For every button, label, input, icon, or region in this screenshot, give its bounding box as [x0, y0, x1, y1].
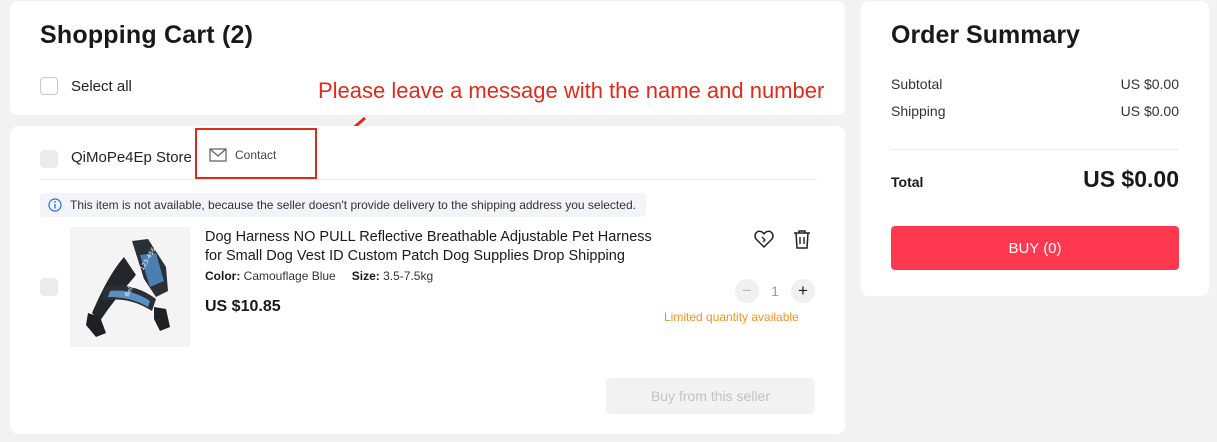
- store-checkbox[interactable]: [40, 150, 58, 168]
- product-sku[interactable]: Color: Camouflage Blue Size: 3.5-7.5kg: [205, 269, 433, 283]
- quantity-stepper: − 1 +: [735, 279, 815, 303]
- store-name[interactable]: QiMoPe4Ep Store: [71, 149, 192, 166]
- product-price: US $10.85: [205, 298, 281, 315]
- increase-quantity-button[interactable]: +: [791, 279, 815, 303]
- summary-divider: [891, 149, 1179, 150]
- info-icon: [48, 198, 62, 212]
- annotation-text: Please leave a message with the name and…: [318, 78, 825, 103]
- shipping-label: Shipping: [891, 103, 946, 119]
- item-checkbox[interactable]: [40, 278, 58, 296]
- divider: [40, 179, 817, 180]
- size-sku: Size: 3.5-7.5kg: [352, 269, 433, 283]
- size-value: 3.5-7.5kg: [383, 269, 434, 283]
- contact-highlight-box: Contact: [195, 128, 317, 179]
- summary-title: Order Summary: [891, 21, 1080, 49]
- select-all-label[interactable]: Select all: [71, 78, 132, 95]
- contact-label: Contact: [235, 148, 277, 162]
- buy-button[interactable]: BUY (0): [891, 226, 1179, 270]
- subtotal-label: Subtotal: [891, 76, 943, 92]
- shipping-value: US $0.00: [1120, 103, 1179, 119]
- limited-quantity-text: Limited quantity available: [664, 310, 799, 324]
- page-title: Shopping Cart (2): [40, 21, 254, 49]
- shipping-row: Shipping US $0.00: [891, 103, 1179, 119]
- color-label: Color:: [205, 269, 241, 283]
- buy-from-seller-button[interactable]: Buy from this seller: [606, 378, 815, 414]
- quantity-value[interactable]: 1: [759, 283, 791, 299]
- subtotal-value: US $0.00: [1120, 76, 1179, 92]
- color-sku: Color: Camouflage Blue: [205, 269, 336, 283]
- heart-icon[interactable]: [753, 228, 775, 250]
- notice-text: This item is not available, because the …: [70, 198, 636, 212]
- store-card: QiMoPe4Ep Store Contact This item is not…: [10, 126, 845, 434]
- product-title[interactable]: Dog Harness NO PULL Reflective Breathabl…: [205, 228, 667, 266]
- color-value: Camouflage Blue: [243, 269, 336, 283]
- select-all-checkbox[interactable]: [40, 77, 58, 95]
- contact-button[interactable]: Contact: [209, 148, 276, 162]
- total-value: US $0.00: [1083, 166, 1179, 192]
- trash-icon[interactable]: [791, 228, 813, 250]
- envelope-icon: [209, 148, 227, 162]
- dog-harness-image: Bella 012-123-4567: [70, 227, 190, 347]
- decrease-quantity-button[interactable]: −: [735, 279, 759, 303]
- total-label: Total: [891, 174, 924, 190]
- order-summary-card: Order Summary Subtotal US $0.00 Shipping…: [861, 1, 1209, 296]
- size-label: Size:: [351, 269, 380, 283]
- delivery-notice: This item is not available, because the …: [40, 193, 646, 217]
- product-image[interactable]: Bella 012-123-4567: [70, 227, 190, 347]
- subtotal-row: Subtotal US $0.00: [891, 76, 1179, 92]
